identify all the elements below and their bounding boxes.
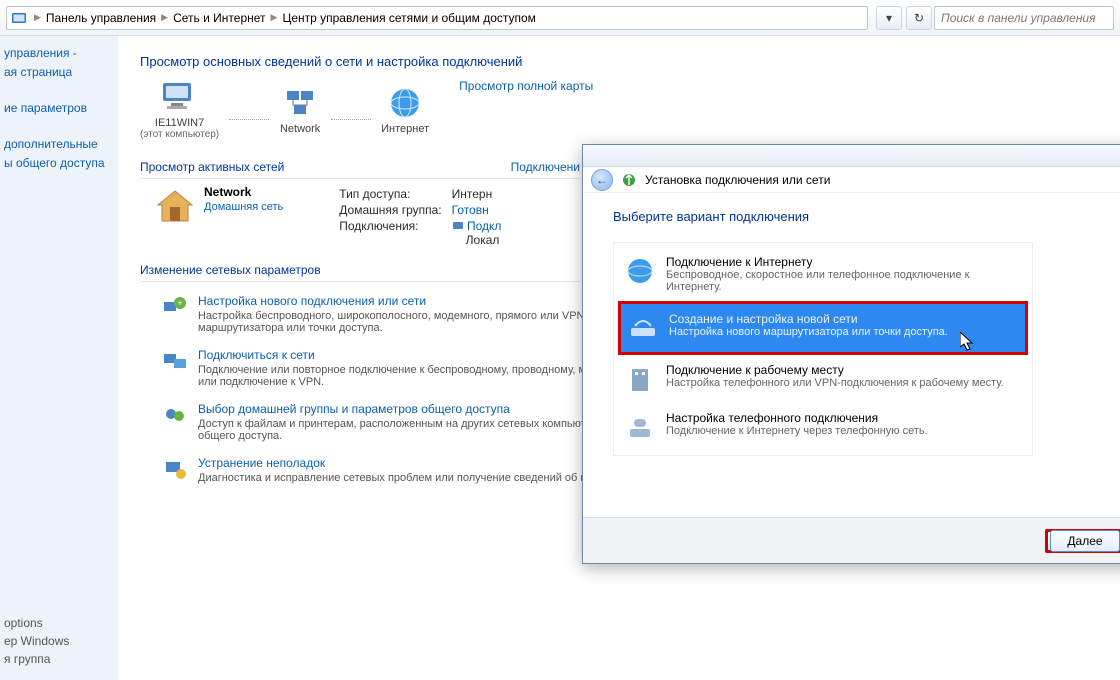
router-icon [627,312,659,344]
connect-disconnect-link[interactable]: Подключени [511,160,580,174]
connect-network-icon [162,348,188,374]
node-internet: Интернет [381,85,429,135]
task-title-2[interactable]: Выбор домашней группы и параметров общег… [198,402,510,416]
option-new-network-highlight: Создание и настройка новой сети Настройк… [618,301,1028,355]
computer-icon [159,79,201,115]
sidebar-link-1[interactable]: ая страница [4,64,114,80]
network-details: Тип доступа: Домашняя группа: Подключени… [339,185,501,249]
option-dialup[interactable]: Настройка телефонного подключения Подклю… [618,403,1028,451]
option-workplace[interactable]: Подключение к рабочему месту Настройка т… [618,355,1028,403]
sidebar-link-4[interactable]: ы общего доступа [4,155,114,171]
option-new-network[interactable]: Создание и настройка новой сети Настройк… [621,304,1025,352]
opt-desc-3: Подключение к Интернету через телефонную… [666,425,928,437]
adapter-icon [452,220,464,232]
connection-value-2: Локал [466,233,500,247]
sidebar: управления - ая страница ие параметров д… [0,36,118,680]
breadcrumb-item-0[interactable]: Панель управления [44,11,158,25]
chevron-right-icon: ▶ [34,12,41,23]
building-icon [624,363,656,395]
sidebar-footer-0: options [4,616,69,630]
view-full-map-link[interactable]: Просмотр полной карты [459,79,593,93]
chevron-right-icon: ▶ [161,12,168,23]
control-panel-icon [11,10,27,26]
sidebar-link-3[interactable]: дополнительные [4,136,114,152]
opt-desc-1: Настройка нового маршрутизатора или точк… [669,326,948,338]
explorer-toolbar: ▶ Панель управления ▶ Сеть и Интернет ▶ … [0,0,1120,36]
node-network: Network [279,85,321,135]
homegroup-value-link[interactable]: Готовн [452,203,489,217]
access-type-label: Тип доступа: [339,187,441,201]
connections-label: Подключения: [339,219,441,233]
page-title: Просмотр основных сведений о сети и наст… [140,54,1110,69]
opt-title-3: Настройка телефонного подключения [666,411,928,425]
refresh-button[interactable]: ↻ [906,6,932,30]
node-net-name: Network [279,123,321,135]
node-pc-name: IE11WIN7 [140,117,219,129]
sidebar-footer-1[interactable]: ер Windows [4,634,69,648]
search-input[interactable]: Поиск в панели управления [934,6,1114,30]
node-internet-name: Интернет [381,123,429,135]
homegroup-label: Домашняя группа: [339,203,441,217]
search-placeholder: Поиск в панели управления [941,11,1096,25]
next-button-highlight: Далее [1045,529,1120,553]
opt-title-1: Создание и настройка новой сети [669,312,948,326]
connection-options: Подключение к Интернету Беспроводное, ск… [613,242,1033,456]
sidebar-link-2[interactable]: ие параметров [4,100,114,116]
sidebar-footer: options ер Windows я группа [4,612,69,670]
back-button[interactable]: ← [591,169,613,191]
opt-desc-0: Беспроводное, скоростное или телефонное … [666,269,1022,293]
task-title-3[interactable]: Устранение неполадок [198,456,325,470]
node-this-pc: IE11WIN7 (этот компьютер) [140,79,219,140]
network-map: IE11WIN7 (этот компьютер) Network Интерн… [140,79,429,140]
wizard-titlebar[interactable]: — ☐ ✕ [583,145,1120,167]
home-network-icon [154,185,196,227]
sidebar-footer-2[interactable]: я группа [4,652,69,666]
access-type-value: Интерн [452,187,502,201]
task-desc-3: Диагностика и исправление сетевых пробле… [198,472,587,484]
globe-icon [624,255,656,287]
opt-title-0: Подключение к Интернету [666,255,1022,269]
wizard-title: Установка подключения или сети [645,173,830,187]
wizard-footer: Далее Отм [583,517,1120,563]
next-button[interactable]: Далее [1050,530,1120,552]
node-pc-sub: (этот компьютер) [140,129,219,140]
svg-text:+: + [177,298,182,308]
active-networks-label: Просмотр активных сетей [140,160,284,174]
address-breadcrumb[interactable]: ▶ Панель управления ▶ Сеть и Интернет ▶ … [6,6,868,30]
option-internet[interactable]: Подключение к Интернету Беспроводное, ск… [618,247,1028,301]
phone-icon [624,411,656,443]
wizard-body: Выберите вариант подключения Подключение… [583,193,1120,456]
sidebar-link-0[interactable]: управления - [4,45,114,61]
task-title-0[interactable]: Настройка нового подключения или сети [198,294,426,308]
history-dropdown-button[interactable]: ▾ [876,6,902,30]
new-connection-icon: + [162,294,188,320]
homegroup-icon [162,402,188,428]
wizard-header: ← Установка подключения или сети [583,167,1120,193]
wizard-icon [621,172,637,188]
network-name: Network [204,185,251,199]
wizard-heading: Выберите вариант подключения [613,209,1120,224]
opt-title-2: Подключение к рабочему месту [666,363,1004,377]
breadcrumb-item-1[interactable]: Сеть и Интернет [171,11,267,25]
chevron-right-icon: ▶ [271,12,278,23]
opt-desc-2: Настройка телефонного или VPN-подключени… [666,377,1004,389]
breadcrumb-item-2[interactable]: Центр управления сетями и общим доступом [280,11,538,25]
network-icon [279,85,321,121]
task-title-1[interactable]: Подключиться к сети [198,348,315,362]
troubleshoot-icon [162,456,188,482]
wizard-dialog: — ☐ ✕ ← Установка подключения или сети В… [582,144,1120,564]
connection-value-link[interactable]: Подкл [467,219,501,233]
globe-icon [384,85,426,121]
network-type-link[interactable]: Домашняя сеть [204,201,283,213]
